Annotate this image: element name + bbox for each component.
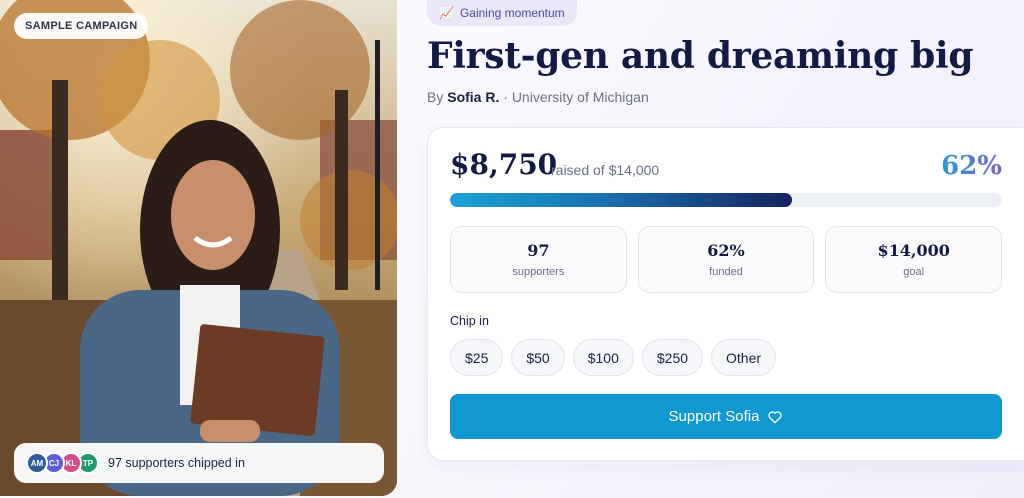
chip-option-25[interactable]: $25 xyxy=(450,339,504,376)
stat-label: goal xyxy=(903,266,925,278)
school-name: University of Michigan xyxy=(511,89,649,105)
supporters-strip-text: 97 supporters chipped in xyxy=(108,456,245,470)
chip-option-250[interactable]: $250 xyxy=(641,339,704,376)
stat-goal: $14,000 goal xyxy=(825,226,1003,293)
byline-separator: · xyxy=(503,89,508,105)
sample-campaign-badge: SAMPLE CAMPAIGN xyxy=(14,13,149,39)
stat-value: 62% xyxy=(707,241,745,260)
stats-row: 97 supporters 62% funded $14,000 goal xyxy=(450,226,1003,293)
raised-amount: $8,750 xyxy=(450,148,558,181)
funded-percent: 62% xyxy=(941,151,1002,181)
stat-value: 97 xyxy=(527,241,550,260)
support-button[interactable]: Support Sofia xyxy=(450,394,1002,439)
chip-option-100[interactable]: $100 xyxy=(572,339,634,376)
status-tag-label: Gaining momentum xyxy=(459,6,565,20)
funding-progress-bar xyxy=(450,193,1002,207)
chip-option-other[interactable]: Other xyxy=(711,339,777,376)
byline-prefix: By xyxy=(427,89,444,105)
stat-funded: 62% funded xyxy=(637,226,815,293)
support-button-label: Support Sofia xyxy=(668,408,760,425)
campaign-title: First-gen and dreaming big xyxy=(427,35,974,77)
chart-up-icon: 📈 xyxy=(439,6,454,20)
funding-card: $8,750 raised of $14,000 62% 97 supporte… xyxy=(427,127,1024,461)
stat-label: supporters xyxy=(512,266,565,278)
chip-in-label: Chip in xyxy=(450,314,489,328)
raised-of-goal: raised of $14,000 xyxy=(551,162,660,178)
supporter-avatars: AM CJ KL TP xyxy=(26,452,99,474)
supporter-avatar: AM xyxy=(26,452,48,474)
chip-in-options: $25 $50 $100 $250 Other xyxy=(450,339,777,376)
funding-progress-fill xyxy=(450,193,793,207)
byline: By Sofia R. · University of Michigan xyxy=(427,89,649,105)
chip-option-50[interactable]: $50 xyxy=(511,339,565,376)
status-tag: 📈 Gaining momentum xyxy=(427,0,577,26)
author-name[interactable]: Sofia R. xyxy=(447,89,499,105)
campaign-photo: SAMPLE CAMPAIGN AM CJ KL TP 97 supporters c… xyxy=(0,0,397,496)
heart-icon xyxy=(768,410,783,423)
stat-value: $14,000 xyxy=(877,241,950,260)
stat-label: funded xyxy=(709,266,743,278)
stat-supporters: 97 supporters xyxy=(450,226,627,293)
supporters-strip: AM CJ KL TP 97 supporters chipped in xyxy=(14,443,384,483)
campaign-photo-illustration xyxy=(0,0,397,496)
